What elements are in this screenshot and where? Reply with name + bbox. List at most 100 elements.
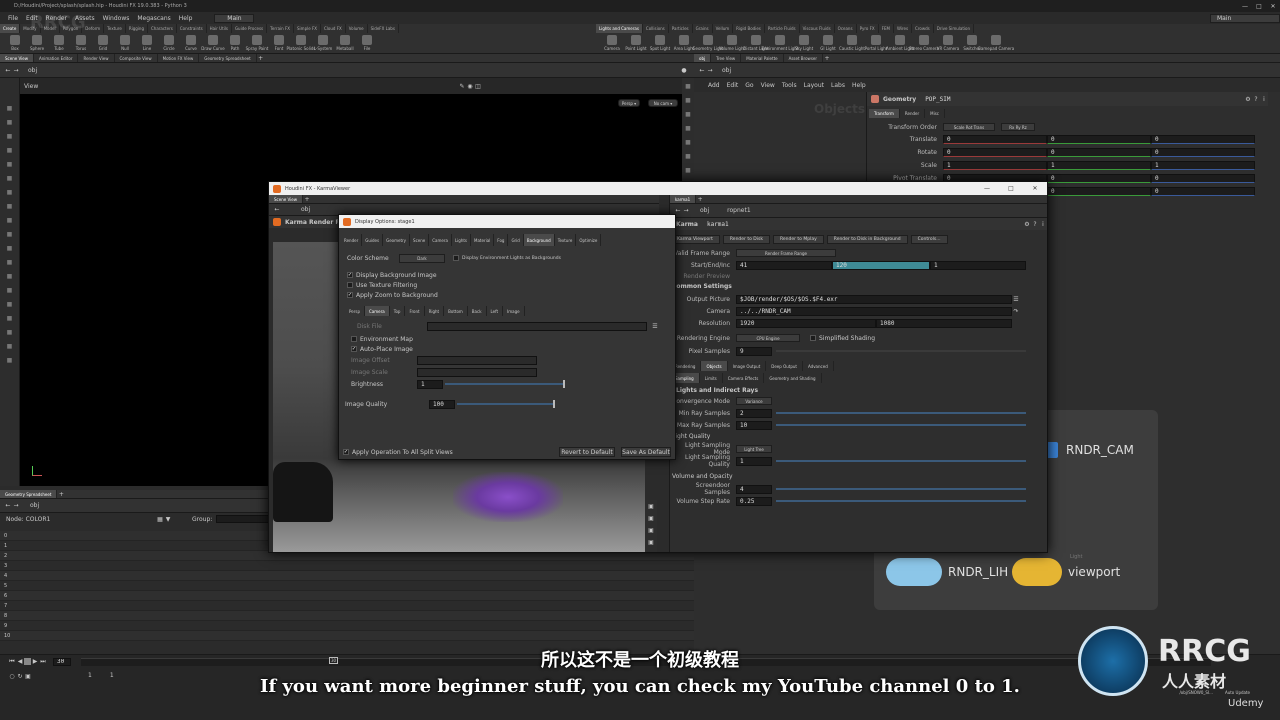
camera-menu[interactable]: No cam ▾ — [648, 99, 678, 107]
close-icon[interactable]: ✕ — [1023, 185, 1047, 193]
forward-icon[interactable]: → — [682, 207, 690, 215]
karma-viewport-button[interactable]: Karma Viewport — [670, 234, 720, 244]
output-field[interactable]: $JOB/render/$OS/$OS.$F4.exr — [736, 294, 1012, 304]
karma-subtab2-geometry-and-shading[interactable]: Geometry and Shading — [764, 373, 822, 383]
forward-icon[interactable]: → — [706, 66, 714, 74]
light-mode-menu[interactable]: Light Tree — [736, 445, 772, 453]
maximize-icon[interactable]: □ — [999, 185, 1023, 193]
attrib-icon[interactable]: ▦ — [156, 515, 164, 523]
shelf-tool-environment-light[interactable]: Environment Light — [762, 35, 798, 51]
network-menu-labs[interactable]: Labs — [831, 82, 845, 89]
shelf-tool-line[interactable]: Line — [136, 35, 158, 51]
points-view-icon[interactable]: ■ — [684, 166, 692, 174]
env-map-checkbox[interactable] — [351, 336, 357, 342]
render-to-disk-in-background-button[interactable]: Render to Disk in Background — [826, 234, 908, 244]
vol-step-field[interactable]: 0.25 — [736, 496, 772, 506]
minimize-icon[interactable]: — — [1238, 2, 1252, 10]
file-browse-icon[interactable]: ☰ — [651, 322, 659, 330]
menu-file[interactable]: File — [8, 15, 18, 22]
home-view-icon[interactable]: ■ — [684, 96, 692, 104]
karma-subtab-advanced[interactable]: Advanced — [803, 361, 834, 371]
brightness-slider[interactable] — [445, 383, 563, 385]
tab-tree-view[interactable]: Tree View — [711, 54, 742, 62]
convergence-menu[interactable]: Variance — [736, 397, 772, 405]
shelf-tool-metaball[interactable]: Metaball — [334, 35, 356, 51]
param-value-field[interactable]: 0 — [1151, 135, 1255, 144]
lock-view-icon[interactable]: ■ — [684, 82, 692, 90]
add-tab-icon[interactable]: + — [303, 195, 311, 203]
network-menu-help[interactable]: Help — [852, 82, 866, 89]
shelf-tool-gamepad-camera[interactable]: Gamepad Camera — [978, 35, 1014, 51]
shelf-tab-oceans[interactable]: Oceans — [835, 24, 857, 33]
display-tab-optimize[interactable]: Optimize — [576, 234, 602, 246]
param-value-field[interactable]: 1 — [1151, 161, 1255, 170]
param-tab-misc[interactable]: Misc — [925, 109, 946, 118]
light-tool-icon[interactable]: ■ — [6, 272, 14, 280]
node-viewport[interactable]: viewport — [1012, 558, 1120, 586]
view-tab-left[interactable]: Left — [487, 306, 504, 316]
pixel-samples-field[interactable]: 9 — [736, 346, 772, 356]
shelf-tool-grid[interactable]: Grid — [92, 35, 114, 51]
shelf-tool-circle[interactable]: Circle — [158, 35, 180, 51]
view-tab-bottom[interactable]: Bottom — [444, 306, 468, 316]
sculpt-tool-icon[interactable]: ■ — [6, 216, 14, 224]
network-menu-edit[interactable]: Edit — [727, 82, 739, 89]
simplified-checkbox[interactable] — [810, 335, 816, 341]
view-tab-image[interactable]: Image — [503, 306, 525, 316]
image-quality-field[interactable]: 100 — [429, 399, 455, 409]
shelf-tab-sidefx-labs[interactable]: SideFX Labs — [368, 24, 399, 33]
shelf-tab-viscous-fluids[interactable]: Viscous Fluids — [800, 24, 835, 33]
help-icon[interactable]: ? — [1031, 220, 1039, 228]
shelf-tool-spot-light[interactable]: Spot Light — [648, 35, 672, 51]
shelf-tool-box[interactable]: Box — [4, 35, 26, 51]
cut-tool-icon[interactable]: ■ — [6, 300, 14, 308]
engine-menu[interactable]: CPU Engine — [736, 334, 800, 342]
res-y-field[interactable]: 1080 — [876, 318, 1012, 328]
valid-frame-menu[interactable]: Render Frame Range — [736, 249, 836, 257]
handle-icon[interactable]: ✎ — [458, 82, 466, 90]
render-tool-3-icon[interactable]: ▣ — [647, 526, 655, 534]
shelf-tool-sphere[interactable]: Sphere — [26, 35, 48, 51]
snap-icon[interactable]: ◉ — [466, 82, 474, 90]
shelf-tab-pyro-fx[interactable]: Pyro FX — [857, 24, 879, 33]
shelf-tool-curve[interactable]: Curve — [180, 35, 202, 51]
pin-tool-icon[interactable]: ■ — [6, 342, 14, 350]
network-path-label[interactable]: obj — [722, 67, 731, 74]
color-scheme-menu[interactable]: Dark — [399, 253, 445, 263]
pose-tool-icon[interactable]: ■ — [6, 174, 14, 182]
param-value-field[interactable]: 0 — [943, 135, 1047, 144]
shelf-tool-camera[interactable]: Camera — [600, 35, 624, 51]
min-ray-slider[interactable] — [776, 412, 1026, 414]
network-menu-layout[interactable]: Layout — [804, 82, 824, 89]
select-tool-icon[interactable]: ■ — [6, 104, 14, 112]
image-quality-slider[interactable] — [457, 403, 553, 405]
light-quality-slider[interactable] — [776, 460, 1026, 462]
camera-field[interactable]: ../../RNDR_CAM — [736, 306, 1012, 316]
render-tool-icon[interactable]: ■ — [6, 328, 14, 336]
paint-tool-icon[interactable]: ■ — [6, 230, 14, 238]
back-icon[interactable]: ← — [4, 502, 12, 510]
karma-rop-path[interactable]: ropnet1 — [727, 207, 750, 214]
left-path[interactable]: obj — [28, 67, 37, 74]
param-value-field[interactable]: 0 — [1151, 187, 1255, 196]
shelf-tab-volume[interactable]: Volume — [346, 24, 368, 33]
karma-subtab-objects[interactable]: Objects — [701, 361, 728, 371]
display-tab-fog[interactable]: Fog — [494, 234, 509, 246]
shelf-tab-vellum[interactable]: Vellum — [713, 24, 734, 33]
common-settings-label[interactable]: Common Settings — [672, 283, 732, 290]
check-display-background-image[interactable]: ✓ — [347, 272, 353, 278]
shelf-tab-create[interactable]: Create — [0, 24, 21, 33]
karma-subtab2-camera-effects[interactable]: Camera Effects — [723, 373, 765, 383]
minimize-icon[interactable]: — — [975, 185, 999, 193]
lights-header-label[interactable]: Lights and Indirect Rays — [676, 387, 758, 394]
shelf-tab-simple-fx[interactable]: Simple FX — [294, 24, 321, 33]
file-browse-icon[interactable]: ☰ — [1012, 295, 1020, 303]
ghost-view-icon[interactable]: ■ — [684, 152, 692, 160]
shelf-tool-file[interactable]: File — [356, 35, 378, 51]
forward-icon[interactable]: → — [12, 502, 20, 510]
light-quality-field[interactable]: 1 — [736, 456, 772, 466]
wire-view-icon[interactable]: ■ — [684, 124, 692, 132]
add-tab-icon[interactable]: + — [257, 54, 265, 62]
persp-menu[interactable]: Persp ▾ — [618, 99, 640, 107]
view-tab-top[interactable]: Top — [390, 306, 406, 316]
